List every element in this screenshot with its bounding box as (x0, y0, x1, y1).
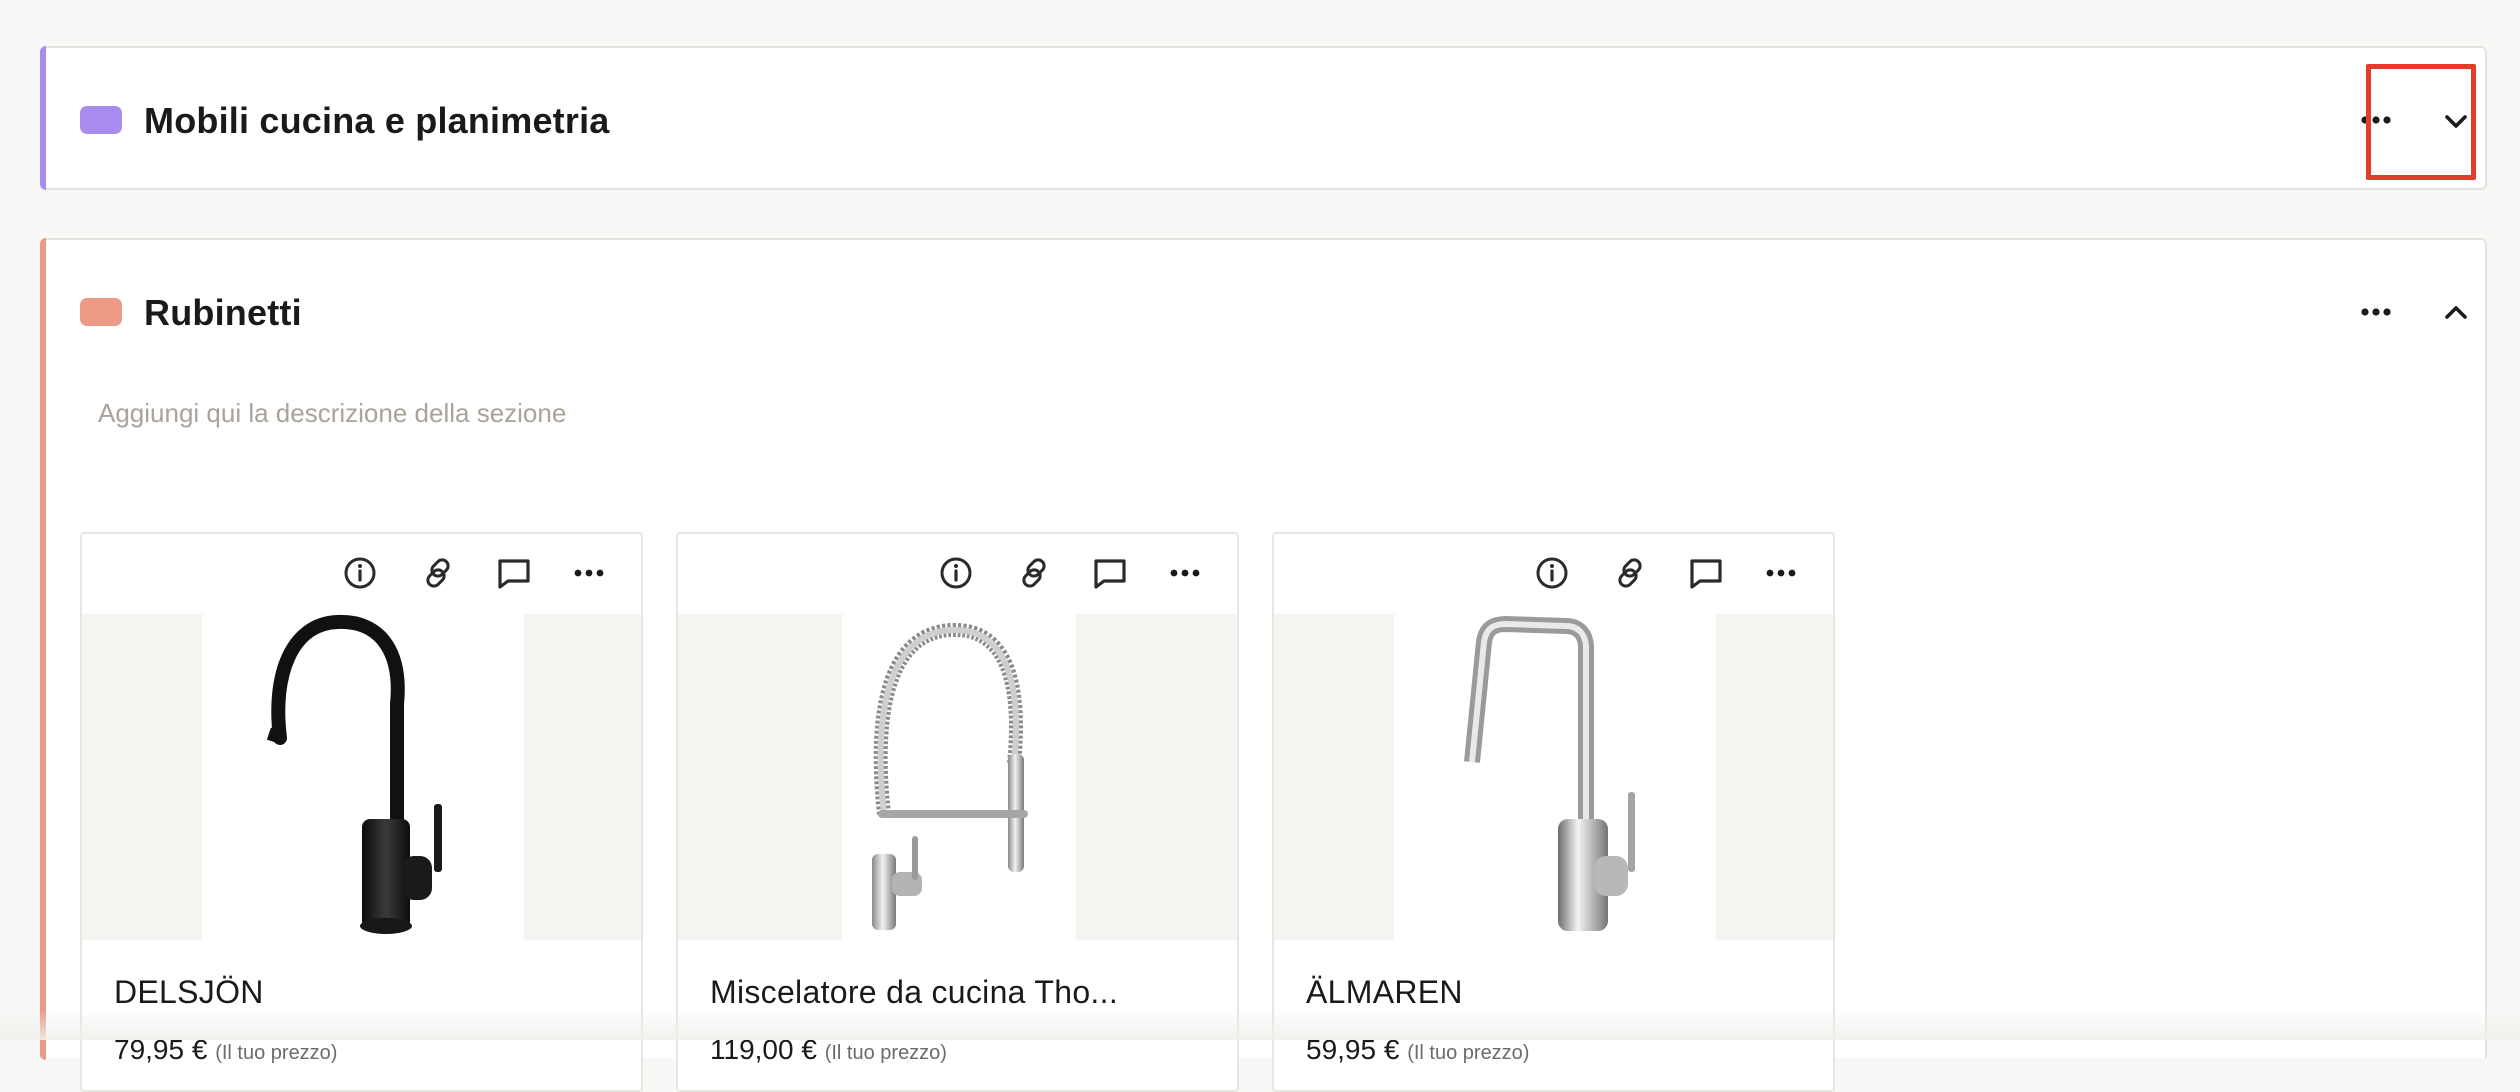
product-name[interactable]: DELSJÖN (114, 974, 264, 1011)
product-card[interactable]: ÄLMAREN 59,95 € (Il tuo prezzo) (1272, 532, 1835, 1092)
card-more-button[interactable] (1756, 548, 1806, 598)
comment-button[interactable] (489, 548, 539, 598)
faucet-black-image (202, 614, 524, 940)
ellipsis-icon (574, 569, 604, 577)
highlight-box (2366, 64, 2476, 180)
section-header[interactable]: Rubinetti (42, 240, 2485, 384)
card-toolbar (678, 534, 1237, 612)
section-more-button[interactable] (2344, 280, 2408, 344)
ellipsis-icon (2361, 308, 2391, 316)
comment-icon (1092, 557, 1128, 589)
product-card[interactable]: Miscelatore da cucina Tho... 119,00 € (I… (676, 532, 1239, 1092)
card-toolbar (82, 534, 641, 612)
section-header[interactable]: Mobili cucina e planimetria (42, 48, 2485, 192)
comment-icon (1688, 557, 1724, 589)
info-button[interactable] (1527, 548, 1577, 598)
faucet-chrome-image (1394, 614, 1716, 940)
info-icon (343, 556, 377, 590)
product-image[interactable] (82, 614, 641, 940)
link-button[interactable] (413, 548, 463, 598)
link-button[interactable] (1009, 548, 1059, 598)
card-more-button[interactable] (1160, 548, 1210, 598)
card-toolbar (1274, 534, 1833, 612)
card-more-button[interactable] (564, 548, 614, 598)
faucet-spring-image (842, 614, 1076, 940)
section-rubinetti: Rubinetti Aggiungi qui la descrizione de… (40, 238, 2487, 1058)
ellipsis-icon (1170, 569, 1200, 577)
section-mobili-cucina: Mobili cucina e planimetria (40, 46, 2487, 190)
product-image[interactable] (1274, 614, 1833, 940)
section-title[interactable]: Rubinetti (144, 292, 302, 334)
section-title[interactable]: Mobili cucina e planimetria (144, 100, 610, 142)
section-color-swatch[interactable] (80, 298, 122, 326)
info-icon (1535, 556, 1569, 590)
comment-button[interactable] (1085, 548, 1135, 598)
comment-button[interactable] (1681, 548, 1731, 598)
product-name[interactable]: ÄLMAREN (1306, 974, 1463, 1011)
info-icon (939, 556, 973, 590)
info-button[interactable] (335, 548, 385, 598)
section-color-swatch[interactable] (80, 106, 122, 134)
section-collapse-button[interactable] (2424, 280, 2488, 344)
link-icon (1613, 556, 1647, 590)
product-name[interactable]: Miscelatore da cucina Tho... (710, 974, 1118, 1011)
bottom-scroll-fade (0, 1010, 2520, 1040)
product-card[interactable]: DELSJÖN 79,95 € (Il tuo prezzo) (80, 532, 643, 1092)
link-icon (1017, 556, 1051, 590)
comment-icon (496, 557, 532, 589)
section-description-input[interactable]: Aggiungi qui la descrizione della sezion… (98, 398, 566, 429)
chevron-up-icon (2444, 304, 2468, 320)
info-button[interactable] (931, 548, 981, 598)
ellipsis-icon (1766, 569, 1796, 577)
link-button[interactable] (1605, 548, 1655, 598)
product-image[interactable] (678, 614, 1237, 940)
link-icon (421, 556, 455, 590)
